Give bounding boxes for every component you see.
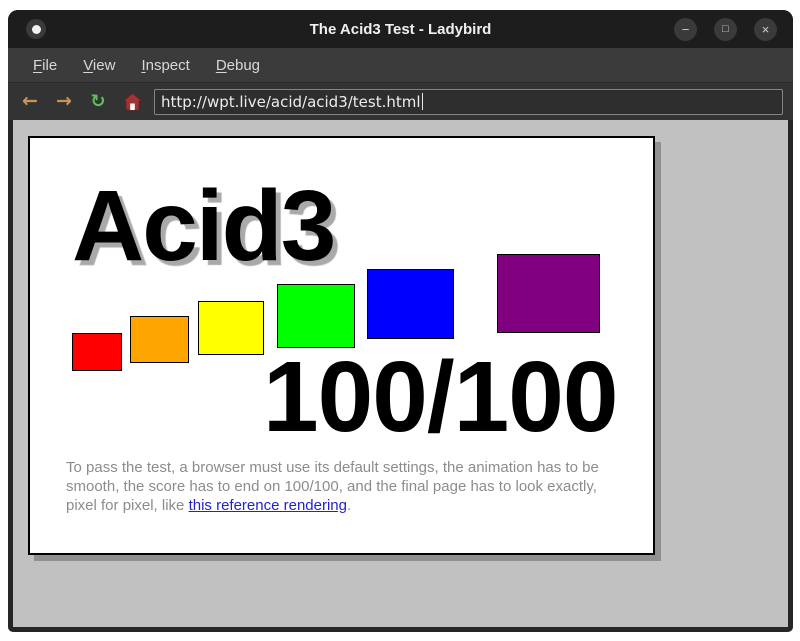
reference-link[interactable]: this reference rendering — [189, 497, 347, 514]
browser-window: The Acid3 Test - Ladybird − □ × File Vie… — [8, 10, 793, 632]
maximize-icon: □ — [722, 24, 729, 35]
app-icon-dot — [32, 25, 41, 34]
color-box-green — [277, 284, 355, 348]
menu-item-view[interactable]: View — [83, 57, 115, 74]
maximize-button[interactable]: □ — [714, 18, 737, 41]
color-box-purple — [497, 254, 600, 333]
description-line3: pixel for pixel, like this reference ren… — [66, 496, 611, 515]
home-icon — [123, 93, 142, 111]
refresh-button[interactable]: ↻ — [86, 90, 110, 114]
close-button[interactable]: × — [754, 18, 777, 41]
browser-viewport: Acid3 100/100 To pass the test, a browse… — [13, 120, 788, 627]
titlebar: The Acid3 Test - Ladybird − □ × — [8, 10, 793, 48]
score-text: 100/100 — [263, 347, 617, 447]
description-line3-prefix: pixel for pixel, like — [66, 497, 189, 514]
minimize-icon: − — [682, 23, 690, 36]
test-description: To pass the test, a browser must use its… — [66, 458, 611, 515]
refresh-icon: ↻ — [90, 93, 105, 111]
color-box-blue — [367, 269, 454, 339]
back-icon: ← — [22, 92, 38, 111]
web-page: Acid3 100/100 To pass the test, a browse… — [28, 136, 655, 555]
url-text: http://wpt.live/acid/acid3/test.html — [161, 93, 421, 111]
menu-item-inspect[interactable]: Inspect — [141, 57, 189, 74]
forward-button[interactable]: → — [52, 90, 76, 114]
minimize-button[interactable]: − — [674, 18, 697, 41]
menu-item-debug[interactable]: Debug — [216, 57, 260, 74]
toolbar: ← → ↻ http://wpt.live/acid/acid3/test.ht… — [8, 83, 793, 120]
menubar: File View Inspect Debug — [8, 48, 793, 83]
color-box-red — [72, 333, 122, 371]
color-box-orange — [130, 316, 189, 363]
close-icon: × — [762, 23, 770, 36]
back-button[interactable]: ← — [18, 90, 42, 114]
acid3-heading: Acid3 — [72, 176, 334, 276]
menu-item-file[interactable]: File — [33, 57, 57, 74]
color-box-yellow — [198, 301, 264, 355]
app-icon — [26, 19, 46, 39]
text-caret — [422, 93, 424, 110]
description-line2: smooth, the score has to end on 100/100,… — [66, 477, 611, 496]
url-input[interactable]: http://wpt.live/acid/acid3/test.html — [154, 89, 783, 115]
window-controls: − □ × — [674, 18, 777, 41]
home-button[interactable] — [120, 90, 144, 114]
forward-icon: → — [56, 92, 72, 111]
description-line3-suffix: . — [347, 497, 351, 514]
description-line1: To pass the test, a browser must use its… — [66, 458, 611, 477]
